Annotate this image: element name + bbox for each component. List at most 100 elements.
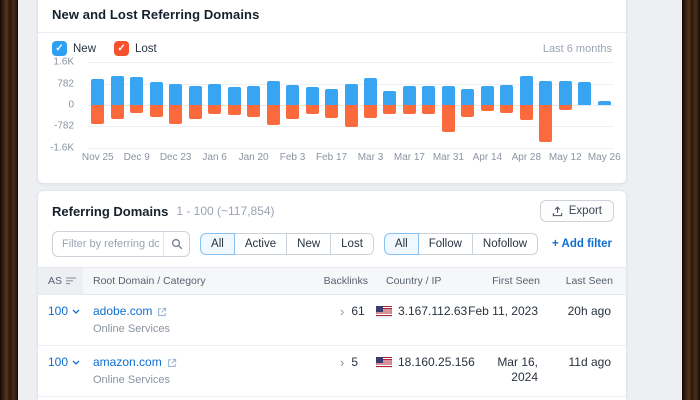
chart-bar-lost[interactable] — [111, 105, 124, 119]
chart-bar-lost[interactable] — [422, 105, 435, 114]
chart-bar-lost[interactable] — [539, 105, 552, 142]
chart-bar-lost[interactable] — [403, 105, 416, 114]
column-header-last-seen[interactable]: Last Seen — [548, 275, 621, 287]
as-dropdown[interactable]: 100 — [48, 355, 80, 370]
country-flag-icon — [376, 306, 392, 317]
chart-bar-new[interactable] — [598, 101, 611, 105]
chart-bar-lost[interactable] — [520, 105, 533, 120]
chart-bar-lost[interactable] — [208, 105, 221, 114]
chart-bar-new[interactable] — [500, 85, 513, 105]
segment-follow-nofollow[interactable]: Nofollow — [472, 233, 538, 255]
chart-bar-lost[interactable] — [189, 105, 202, 119]
chart-bar-lost[interactable] — [481, 105, 494, 111]
chart-bar-lost[interactable] — [150, 105, 163, 117]
chart-bar-new[interactable] — [364, 78, 377, 105]
segment-status-active[interactable]: Active — [234, 233, 287, 255]
domain-link[interactable]: adobe.com — [93, 304, 152, 319]
table-body: 100 adobe.com Online Services › 61 3.167… — [38, 295, 626, 400]
segment-follow-follow[interactable]: Follow — [418, 233, 473, 255]
chart-bar-lost[interactable] — [286, 105, 299, 119]
table-title: Referring Domains — [52, 204, 168, 219]
segment-follow-all[interactable]: All — [384, 233, 419, 255]
chart-bar-new[interactable] — [578, 82, 591, 105]
chart-bar-lost[interactable] — [461, 105, 474, 117]
chart-bar-new[interactable] — [539, 81, 552, 105]
expand-chevron-icon[interactable]: › — [340, 356, 344, 369]
domain-cell: adobe.com Online Services — [83, 304, 328, 337]
chart-bar-lost[interactable] — [345, 105, 358, 127]
chart-bar-new[interactable] — [559, 81, 572, 105]
segment-status-all[interactable]: All — [200, 233, 235, 255]
chart-bar-lost[interactable] — [247, 105, 260, 117]
chart-bar-lost[interactable] — [228, 105, 241, 115]
chart-bar-new[interactable] — [306, 87, 319, 105]
as-cell: 100 — [38, 304, 83, 319]
domain-link[interactable]: amazon.com — [93, 355, 162, 370]
chart-bar-lost[interactable] — [91, 105, 104, 124]
as-dropdown[interactable]: 100 — [48, 304, 80, 319]
column-header-country[interactable]: Country / IP — [376, 275, 468, 287]
external-link-icon[interactable] — [167, 358, 177, 368]
column-header-first-seen[interactable]: First Seen — [468, 275, 548, 287]
table-card-header: Referring Domains 1 - 100 (~117,854) Exp… — [38, 191, 626, 229]
column-header-backlinks[interactable]: Backlinks — [328, 275, 376, 287]
follow-segment-group: AllFollowNofollow — [384, 233, 538, 255]
x-axis-tick: Mar 3 — [358, 152, 384, 163]
chart-bar-new[interactable] — [208, 84, 221, 106]
chart-bar-new[interactable] — [461, 89, 474, 105]
chart-bar-lost[interactable] — [559, 105, 572, 110]
chart-xlabels: Nov 25Dec 9Dec 23Jan 6Jan 20Feb 3Feb 17M… — [88, 152, 614, 166]
search-icon[interactable] — [163, 232, 190, 256]
chart-bar-new[interactable] — [286, 85, 299, 105]
legend-checkbox-new[interactable]: ✓ — [52, 41, 67, 56]
table-row: 100 adobe.com Online Services › 61 3.167… — [38, 295, 626, 346]
export-button[interactable]: Export — [540, 200, 614, 222]
chart-bar-new[interactable] — [111, 76, 124, 105]
country-header-label: Country / IP — [386, 275, 441, 287]
chart-bar-new[interactable] — [130, 77, 143, 105]
segment-status-new[interactable]: New — [286, 233, 331, 255]
chart-bar-lost[interactable] — [325, 105, 338, 118]
chart-bar-new[interactable] — [520, 76, 533, 105]
chart-bar-lost[interactable] — [306, 105, 319, 114]
chart-bar-new[interactable] — [345, 84, 358, 105]
chart-bar-new[interactable] — [422, 86, 435, 105]
y-axis-tick: -782 — [54, 121, 74, 132]
backlinks-value: 5 — [351, 355, 358, 370]
chart-bar-new[interactable] — [481, 86, 494, 105]
x-axis-tick: Apr 14 — [473, 152, 502, 163]
chart-bar-new[interactable] — [189, 86, 202, 105]
chart-bar-lost[interactable] — [364, 105, 377, 118]
chart-bar-new[interactable] — [442, 86, 455, 105]
chart-bar-lost[interactable] — [267, 105, 280, 125]
column-header-as[interactable]: AS — [38, 268, 83, 294]
x-axis-tick: May 26 — [588, 152, 621, 163]
chart-bar-new[interactable] — [267, 81, 280, 105]
external-link-icon[interactable] — [157, 307, 167, 317]
status-segment-group: AllActiveNewLost — [200, 233, 374, 255]
chart-bar-new[interactable] — [169, 84, 182, 105]
chart-bar-new[interactable] — [91, 79, 104, 105]
add-filter-button[interactable]: + Add filter — [552, 238, 612, 250]
x-axis-tick: May 12 — [549, 152, 582, 163]
chart-bar-new[interactable] — [247, 86, 260, 105]
as-header-label: AS — [48, 275, 62, 287]
chart-bar-new[interactable] — [150, 82, 163, 105]
ip-value: 3.167.112.63 — [398, 304, 467, 319]
legend-label-new: New — [73, 43, 96, 55]
chart-bar-lost[interactable] — [383, 105, 396, 114]
segment-status-lost[interactable]: Lost — [330, 233, 374, 255]
chart-bar-new[interactable] — [403, 86, 416, 105]
expand-chevron-icon[interactable]: › — [340, 305, 344, 318]
country-flag-icon — [376, 357, 392, 368]
chart-bar-lost[interactable] — [169, 105, 182, 124]
legend-checkbox-lost[interactable]: ✓ — [114, 41, 129, 56]
chart-bar-lost[interactable] — [130, 105, 143, 113]
chart-bar-lost[interactable] — [500, 105, 513, 113]
chart-bar-new[interactable] — [325, 89, 338, 105]
column-header-domain[interactable]: Root Domain / Category — [83, 275, 328, 287]
chart-bar-new[interactable] — [383, 91, 396, 105]
chart-bar-lost[interactable] — [442, 105, 455, 132]
chart-bar-new[interactable] — [228, 87, 241, 105]
chevron-down-icon — [72, 360, 80, 365]
